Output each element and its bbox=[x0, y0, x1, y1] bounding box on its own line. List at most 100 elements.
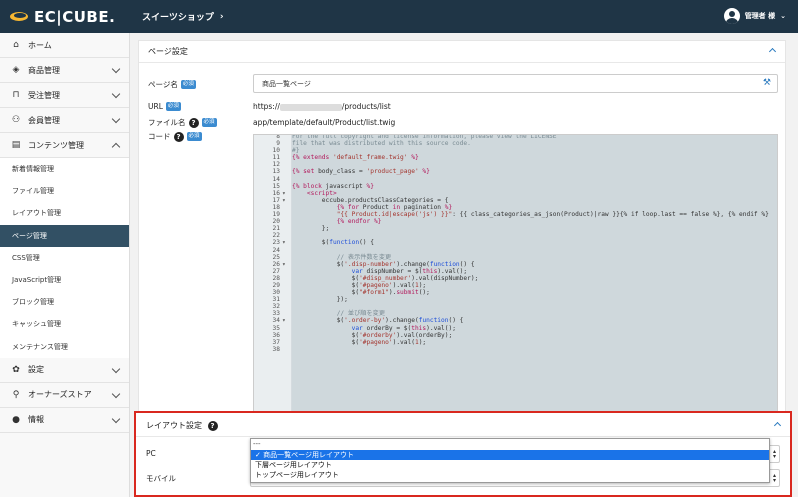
shop-name-link[interactable]: スイーツショップ › bbox=[142, 10, 224, 24]
line-number: 31 bbox=[272, 296, 280, 304]
line-code: }); bbox=[292, 296, 348, 304]
line-code: $('#orderby').val(orderBy); bbox=[292, 331, 453, 339]
fold-toggle-icon bbox=[280, 325, 292, 332]
help-icon[interactable]: ? bbox=[188, 117, 199, 128]
collapse-icon[interactable] bbox=[773, 421, 782, 430]
sidebar-subitem-0[interactable]: 新着情報管理 bbox=[0, 158, 129, 181]
code-line: 26 ▾ $('.disp-number').change(function() … bbox=[254, 261, 777, 268]
layout-dropdown-list[interactable]: --- ✓ 商品一覧ページ用レイアウト 下層ページ用レイアウト トップページ用レイアウ… bbox=[250, 438, 770, 483]
page-settings-header[interactable]: ページ設定 bbox=[139, 41, 785, 63]
collapse-icon[interactable] bbox=[768, 47, 777, 56]
logo[interactable]: EC|CUBE. bbox=[10, 8, 115, 26]
url-value[interactable]: https:///products/list bbox=[253, 102, 391, 111]
chevron-down-icon bbox=[111, 364, 121, 373]
line-code: var orderBy = $(this).val(); bbox=[351, 324, 456, 332]
sidebar-item-0[interactable]: ⌂ ホーム bbox=[0, 33, 129, 58]
fold-toggle-icon bbox=[280, 303, 292, 310]
mobile-label: モバイル bbox=[146, 474, 176, 483]
sidebar-subitem-2[interactable]: レイアウト管理 bbox=[0, 202, 129, 225]
code-line: 35 var orderBy = $(this).val(); bbox=[254, 325, 777, 332]
sidebar-item-label: ホーム bbox=[28, 40, 52, 50]
code-editor[interactable]: 8 For the full copyright and license info… bbox=[253, 134, 778, 426]
chevron-down-icon bbox=[111, 389, 121, 398]
code-line: 28 $('#disp_number').val(dispNumber); bbox=[254, 275, 777, 282]
sidebar-subitem-8[interactable]: メンテナンス管理 bbox=[0, 335, 129, 358]
line-code: {% set body_class = 'product_page' %} bbox=[292, 168, 430, 176]
page-name-input[interactable]: 商品一覧ページ ⚒ bbox=[253, 74, 778, 93]
code-line: 33 // 並び順を変更 bbox=[254, 310, 777, 317]
line-number: 15 bbox=[272, 182, 280, 190]
sidebar-item-1[interactable]: ◈ 商品管理 bbox=[0, 58, 129, 83]
line-code: file that was distributed with this sour… bbox=[292, 140, 471, 148]
line-code: $('.order-by').change(function() { bbox=[292, 317, 464, 325]
line-number: 18 bbox=[272, 203, 280, 211]
layout-option-1[interactable]: ✓ 商品一覧ページ用レイアウト bbox=[251, 450, 769, 460]
admin-menu[interactable]: 管理者 様 ⌄ bbox=[723, 8, 786, 24]
sidebar-subitem-6[interactable]: ブロック管理 bbox=[0, 291, 129, 314]
top-bar: EC|CUBE. スイーツショップ › 管理者 様 ⌄ bbox=[0, 0, 798, 33]
code-line: 22 bbox=[254, 232, 777, 239]
code-line: 17 ▾ eccube.productsClassCategories = { bbox=[254, 197, 777, 204]
code-line: 38 bbox=[254, 346, 777, 353]
sidebar-item-bottom-1[interactable]: ⚲ オーナーズストア bbox=[0, 383, 129, 408]
sidebar-item-2[interactable]: ⊓ 受注管理 bbox=[0, 83, 129, 108]
fold-toggle-icon bbox=[280, 346, 292, 353]
line-code: }; bbox=[292, 225, 330, 233]
fold-toggle-icon bbox=[280, 183, 292, 190]
sidebar-item-bottom-0[interactable]: ✿ 設定 bbox=[0, 358, 129, 383]
fold-toggle-icon[interactable]: ▾ bbox=[280, 239, 292, 246]
fold-toggle-icon[interactable]: ▾ bbox=[280, 261, 292, 268]
line-code: // 表示件数を変更 bbox=[336, 253, 392, 261]
code-line: 31 }); bbox=[254, 296, 777, 303]
line-code: $('#pageno').val(1); bbox=[292, 338, 427, 346]
fold-toggle-icon bbox=[280, 296, 292, 303]
fold-toggle-icon bbox=[280, 147, 292, 154]
code-line: 27 var dispNumber = $(this).val(); bbox=[254, 268, 777, 275]
chevron-down-icon: ⌄ bbox=[780, 12, 786, 20]
code-label: コード? 必須 bbox=[148, 131, 202, 142]
fold-toggle-icon bbox=[280, 204, 292, 211]
fold-toggle-icon bbox=[280, 232, 292, 239]
sidebar-item-label: 情報 bbox=[28, 415, 44, 425]
layout-option-0[interactable]: --- bbox=[251, 439, 769, 450]
sidebar-item-label: 設定 bbox=[28, 365, 44, 375]
fold-toggle-icon[interactable]: ▾ bbox=[280, 190, 292, 197]
fold-toggle-icon bbox=[280, 289, 292, 296]
fold-toggle-icon[interactable]: ▾ bbox=[280, 197, 292, 204]
plug-icon: ⚲ bbox=[12, 389, 20, 400]
code-line: 15 {% block javascript %} bbox=[254, 183, 777, 190]
sidebar-subitem-7[interactable]: キャッシュ管理 bbox=[0, 313, 129, 336]
line-code: // 並び順を変更 bbox=[336, 310, 386, 318]
file-name-value: app/template/default/Product/list.twig bbox=[253, 118, 396, 127]
line-code: "{{ Product.id|escape('js') }}": {{ clas… bbox=[336, 211, 769, 219]
line-number: 21 bbox=[272, 225, 280, 233]
line-code: <script> bbox=[306, 189, 337, 197]
fold-toggle-icon bbox=[280, 275, 292, 282]
code-line: 24 bbox=[254, 247, 777, 254]
select-arrows-icon: ▴ ▾ bbox=[772, 448, 776, 460]
layout-option-2[interactable]: 下層ページ用レイアウト bbox=[251, 460, 769, 470]
layout-settings-header[interactable]: レイアウト設定 ? bbox=[136, 413, 790, 437]
code-line: 12 bbox=[254, 161, 777, 168]
help-icon[interactable]: ? bbox=[173, 131, 184, 142]
sidebar-subitem-5[interactable]: JavaScript管理 bbox=[0, 268, 129, 292]
sidebar-subitem-1[interactable]: ファイル管理 bbox=[0, 180, 129, 203]
line-number: 25 bbox=[272, 253, 280, 261]
line-number: 10 bbox=[272, 147, 280, 155]
cart-icon: ⊓ bbox=[12, 90, 20, 100]
blurred-domain bbox=[279, 103, 342, 111]
url-label: URL 必須 bbox=[148, 102, 181, 111]
code-line: 34 ▾ $('.order-by').change(function() { bbox=[254, 317, 777, 324]
sidebar-item-4[interactable]: ▤ コンテンツ管理 bbox=[0, 133, 129, 158]
fold-toggle-icon bbox=[280, 247, 292, 254]
sidebar-subitem-3[interactable]: ページ管理 bbox=[0, 224, 129, 247]
wrench-icon[interactable]: ⚒ bbox=[763, 78, 771, 88]
fold-toggle-icon[interactable]: ▾ bbox=[280, 317, 292, 324]
sidebar-item-bottom-2[interactable]: ● 情報 bbox=[0, 408, 129, 433]
sidebar-item-3[interactable]: ⚇ 会員管理 bbox=[0, 108, 129, 133]
sidebar-subitem-4[interactable]: CSS管理 bbox=[0, 246, 129, 269]
layout-option-3[interactable]: トップページ用レイアウト bbox=[251, 470, 769, 480]
fold-toggle-icon bbox=[280, 268, 292, 275]
chevron-right-icon: › bbox=[219, 11, 224, 22]
help-icon[interactable]: ? bbox=[207, 421, 218, 431]
